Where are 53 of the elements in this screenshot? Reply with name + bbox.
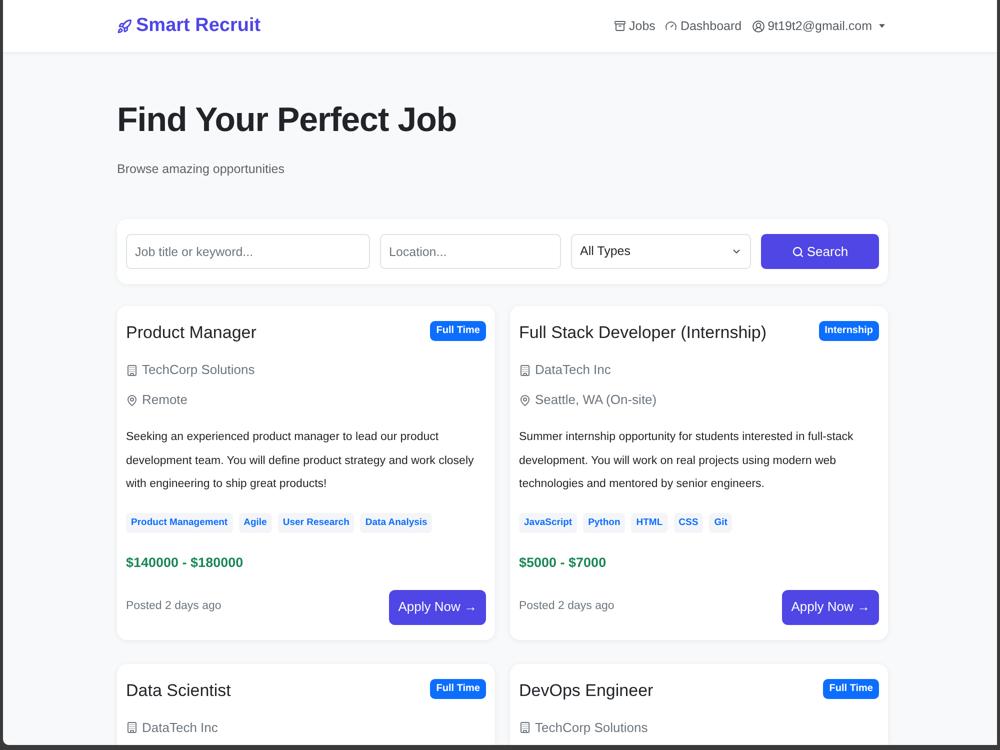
building-icon [126, 721, 138, 734]
job-title: Product Manager [126, 322, 256, 344]
skill-tag: User Research [278, 512, 354, 532]
building-icon [519, 721, 531, 734]
salary-range: $140000 - $180000 [126, 554, 244, 572]
search-button[interactable]: Search [761, 234, 879, 269]
page-title: Find Your Perfect Job [117, 100, 458, 140]
map-pin-icon [519, 394, 531, 406]
skill-tag: CSS [674, 512, 704, 532]
skill-tag: Data Analysis [360, 512, 432, 532]
rocket-icon [117, 18, 132, 34]
keyword-input[interactable]: Job title or keyword... [126, 234, 370, 269]
user-circle-icon [752, 20, 765, 32]
skill-tag: Git [709, 512, 732, 532]
company-name: TechCorp Solutions [142, 361, 255, 380]
gauge-icon [665, 20, 678, 32]
job-type-badge: Internship [818, 321, 879, 341]
building-icon [519, 364, 531, 376]
job-description: Summer internship opportunity for students interested in full-stack development. You will work on real projects using modern web technologies and mentored by senior engineers. [519, 430, 854, 492]
skill-tag: HTML [631, 512, 668, 532]
posted-date: Posted 2 days ago [519, 599, 614, 614]
page-subtitle: Browse amazing opportunities [117, 161, 286, 177]
job-location: Seattle, WA (On-site) [535, 391, 657, 410]
posted-date: Posted 2 days ago [126, 599, 222, 614]
job-location: Remote [142, 391, 188, 410]
apply-now-button[interactable]: Apply Now → [782, 590, 879, 624]
jobs-link[interactable]: Jobs [614, 16, 656, 36]
user-menu[interactable]: 9t19t2@gmail.com [752, 16, 885, 36]
apply-now-button[interactable]: Apply Now → [389, 590, 486, 624]
job-title: DevOps Engineer [519, 680, 654, 702]
company-name: DataTech Inc [535, 361, 611, 380]
salary-range: $5000 - $7000 [519, 554, 606, 572]
job-type-badge: Full Time [823, 678, 879, 698]
brand-logo[interactable]: Smart Recruit [117, 12, 261, 40]
building-icon [126, 364, 138, 376]
dashboard-link[interactable]: Dashboard [665, 16, 742, 36]
company-name: TechCorp Solutions [535, 718, 648, 737]
job-type-badge: Full Time [430, 321, 486, 341]
job-type-select[interactable]: All Types [571, 234, 751, 269]
job-type-badge: Full Time [430, 678, 486, 698]
map-pin-icon [126, 394, 138, 406]
job-description: Seeking an experienced product manager to lead our product development team. You will define product strategy and work closely with engineering to ship great products! [126, 430, 475, 492]
skill-tag: Agile [238, 512, 272, 532]
caret-icon [879, 24, 885, 28]
job-title: Data Scientist [126, 680, 231, 702]
skill-tag: JavaScript [519, 512, 578, 532]
skill-tag: Python [583, 512, 626, 532]
search-icon [792, 246, 804, 258]
skill-tag: Product Management [126, 512, 233, 532]
box-icon [614, 20, 626, 32]
company-name: DataTech Inc [142, 718, 218, 737]
location-input[interactable]: Location... [380, 234, 561, 269]
job-title: Full Stack Developer (Internship) [519, 322, 767, 344]
